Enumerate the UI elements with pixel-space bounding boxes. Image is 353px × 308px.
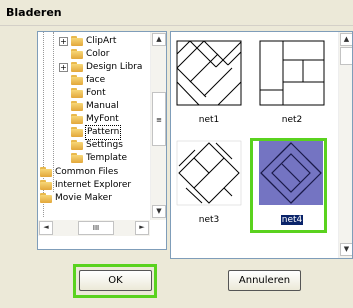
tree-item-label: Pattern — [84, 125, 122, 140]
tree-item-label: Internet Explorer — [55, 180, 132, 190]
selection-highlight — [250, 138, 327, 233]
scroll-thumb[interactable]: III — [78, 221, 114, 235]
folder-icon — [71, 36, 83, 46]
scroll-up-icon[interactable]: ▲ — [152, 33, 166, 46]
thumbnail-label: net2 — [281, 115, 303, 125]
folder-icon — [71, 101, 83, 111]
thumbnail-vertical-scrollbar[interactable]: ▲ ▼ — [338, 32, 352, 258]
pattern-weave-icon — [176, 140, 242, 206]
browse-dialog: Bladeren ClipArt + Color Design Libra + … — [0, 0, 353, 308]
scroll-thumb[interactable] — [340, 47, 352, 65]
thumbnail-label: net1 — [198, 115, 220, 125]
tree-item-label: Manual — [86, 101, 119, 111]
tree-item-label: Common Files — [55, 167, 119, 177]
folder-icon — [71, 140, 83, 150]
tree-item-label: Settings — [86, 140, 123, 150]
folder-icon — [71, 62, 83, 72]
scroll-down-icon[interactable]: ▼ — [340, 243, 352, 256]
folder-icon — [40, 167, 52, 177]
scroll-up-icon[interactable]: ▲ — [340, 33, 352, 46]
folder-icon — [71, 49, 83, 59]
scroll-right-icon[interactable]: ► — [135, 221, 149, 235]
tree-horizontal-scrollbar[interactable]: ◄ III ► — [38, 220, 150, 236]
tree-item-label: Color — [86, 49, 110, 59]
pattern-squares-icon — [259, 40, 325, 106]
tree-item-label: Template — [86, 153, 128, 163]
thumbnail-net3[interactable] — [176, 140, 246, 206]
ok-button-highlight — [73, 264, 157, 298]
tree-vertical-scrollbar[interactable]: ▲ ≡ ▼ — [150, 32, 166, 220]
tree-item-label: Movie Maker — [55, 193, 112, 203]
window-title: Bladeren — [6, 6, 62, 19]
expand-toggle[interactable]: + — [59, 63, 68, 72]
folder-tree[interactable]: ClipArt + Color Design Libra + face Font… — [37, 31, 167, 250]
expand-toggle[interactable]: + — [59, 37, 68, 46]
scroll-thumb[interactable]: ≡ — [152, 92, 166, 146]
folder-icon — [71, 153, 83, 163]
thumbnail-net2[interactable] — [259, 40, 329, 106]
folder-icon — [40, 180, 52, 190]
scroll-left-icon[interactable]: ◄ — [39, 221, 53, 235]
tree-item-label: MyFont — [86, 114, 119, 124]
pattern-herringbone-icon — [176, 40, 242, 106]
folder-icon — [71, 75, 83, 85]
folder-icon — [71, 88, 83, 98]
tree-connector-line — [53, 32, 54, 192]
thumbnail-label: net3 — [198, 215, 220, 225]
folder-icon — [71, 114, 83, 124]
thumbnail-net1[interactable] — [176, 40, 246, 106]
tree-item-label: Design Libra — [86, 62, 143, 72]
title-bar[interactable]: Bladeren — [0, 0, 353, 26]
tree-item-label: Font — [86, 88, 106, 98]
folder-icon — [40, 193, 52, 203]
scroll-down-icon[interactable]: ▼ — [152, 205, 166, 218]
cancel-button[interactable]: Annuleren — [228, 270, 301, 291]
tree-item-label: ClipArt — [86, 36, 117, 46]
folder-open-icon — [71, 127, 83, 137]
tree-item-label: face — [86, 75, 106, 85]
